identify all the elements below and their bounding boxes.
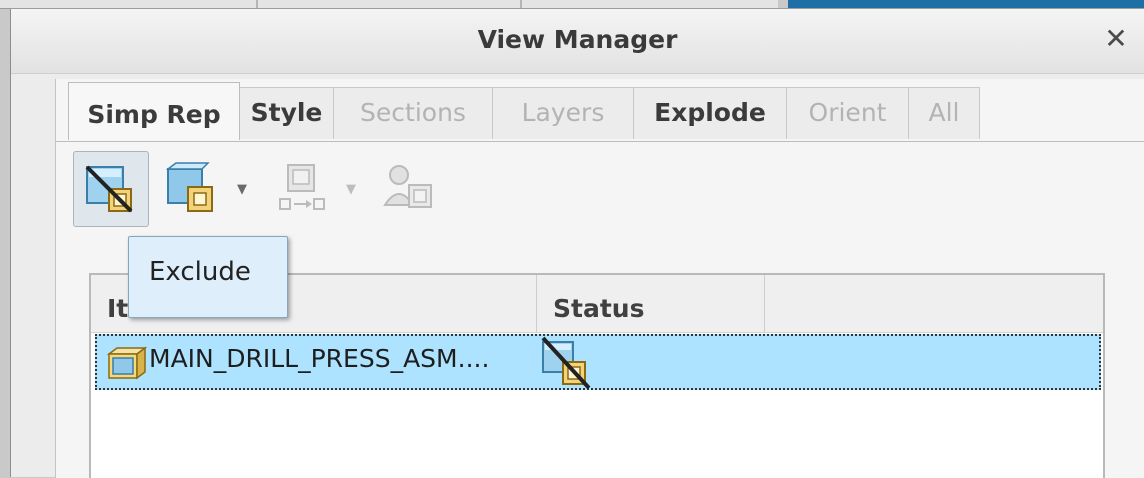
exclude-button[interactable] (73, 151, 149, 227)
exclude-icon (85, 165, 133, 213)
close-button[interactable]: ✕ (1102, 25, 1130, 53)
exclude-tooltip: Exclude (128, 236, 288, 318)
tree-row-name: MAIN_DRILL_PRESS_ASM.... (149, 344, 490, 373)
substitute-button[interactable] (264, 151, 340, 227)
include-icon (165, 162, 213, 212)
tree-row[interactable]: MAIN_DRILL_PRESS_ASM.... (95, 334, 1101, 390)
tab-style[interactable]: Style (239, 87, 334, 139)
substitute-dropdown-arrow[interactable]: ▼ (341, 179, 361, 199)
exclude-status-icon (541, 336, 595, 394)
include-button[interactable] (154, 151, 230, 227)
background-separator (520, 0, 522, 8)
tab-sections[interactable]: Sections (333, 87, 493, 139)
column-header-status[interactable]: Status (537, 275, 765, 332)
tab-orient[interactable]: Orient (786, 87, 909, 139)
include-dropdown-arrow[interactable]: ▼ (232, 179, 252, 199)
dialog-title: View Manager (477, 25, 678, 54)
dialog-titlebar: View Manager ✕ (11, 9, 1144, 74)
user-defined-icon (383, 165, 432, 208)
substitute-icon (279, 164, 325, 210)
assembly-icon (106, 346, 148, 384)
tab-simp-rep[interactable]: Simp Rep (68, 82, 240, 140)
tooltip-text: Exclude (149, 257, 251, 287)
column-header-empty (765, 275, 1103, 332)
toolbar: ▼ ▼ (56, 149, 456, 227)
tab-strip: Simp Rep Style Sections Layers Explode O… (56, 79, 1144, 142)
tab-explode[interactable]: Explode (633, 87, 787, 139)
tab-all[interactable]: All (908, 87, 980, 139)
user-defined-button[interactable] (371, 151, 447, 227)
tab-layers[interactable]: Layers (492, 87, 634, 139)
background-separator (256, 0, 258, 8)
background-accent-strip (788, 0, 1144, 8)
